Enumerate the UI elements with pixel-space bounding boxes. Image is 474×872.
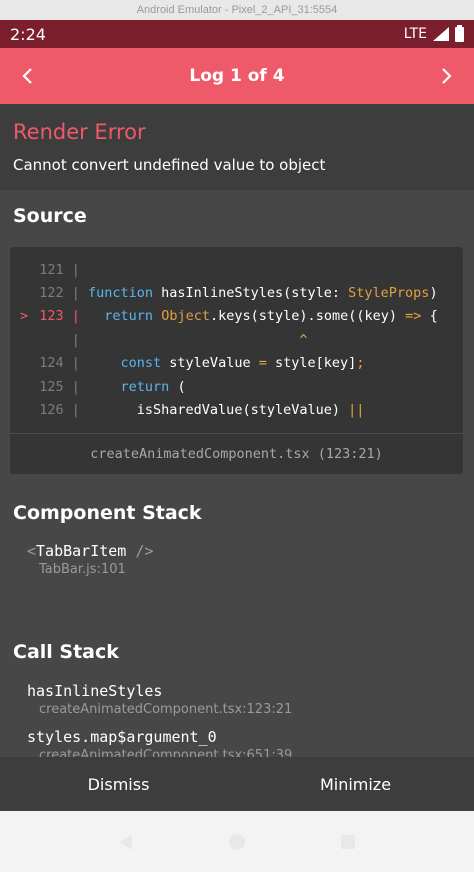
home-nav-button[interactable] [227,832,247,852]
back-triangle-icon [119,833,132,850]
next-log-button[interactable] [418,48,474,104]
code-line: 121 | [10,258,463,281]
log-body[interactable]: Source 121 | 122 | function hasInlineSty… [0,190,474,757]
component-stack-title: Component Stack [13,502,202,524]
dismiss-button[interactable]: Dismiss [0,757,237,811]
error-message: Cannot convert undefined value to object [13,156,326,174]
battery-icon [455,24,464,42]
code-line: 125 | return ( [10,375,463,398]
component-frame[interactable]: <TabBarItem /> TabBar.js:101 [27,542,153,577]
current-line-marker: > [20,308,29,325]
window-title: Android Emulator - Pixel_2_API_31:5554 [0,0,474,20]
call-frame-name: styles.map$argument_0 [27,728,217,746]
status-icons: LTE [403,24,464,42]
code-line: >123 | return Object.keys(style).some((k… [10,305,463,328]
line-number: >123 | [20,308,88,325]
log-header: Log 1 of 4 [0,48,474,104]
code-text: return Object.keys(style).some((key) => … [104,308,438,325]
line-number: 122 | [39,285,88,302]
code-line: 124 | const styleValue = style[key]; [10,352,463,375]
line-number: 126 | [39,402,88,419]
code-text: const styleValue = style[key]; [120,355,365,372]
recents-square-icon [341,834,356,849]
code-text: return ( [120,378,186,395]
chevron-left-icon [22,68,32,84]
call-frame-name: hasInlineStyles [27,682,163,700]
code-text: isSharedValue(styleValue) || [136,402,365,419]
code-file-location[interactable]: createAnimatedComponent.tsx (123:21) [10,433,463,474]
error-summary: Render Error Cannot convert undefined va… [0,104,474,190]
code-text: ^ [299,331,308,348]
component-location: TabBar.js:101 [39,562,126,577]
code-lines: 121 | 122 | function hasInlineStyles(sty… [10,247,463,422]
previous-log-button[interactable] [0,48,56,104]
log-title: Log 1 of 4 [189,66,285,86]
home-circle-icon [228,833,245,850]
component-name: <TabBarItem /> [27,542,154,560]
minimize-button[interactable]: Minimize [237,757,474,811]
source-title: Source [13,205,87,227]
call-stack-title: Call Stack [13,641,119,663]
call-frame-location: createAnimatedComponent.tsx:123:21 [39,702,293,717]
status-bar: 2:24 LTE [0,20,474,48]
error-type: Render Error [13,120,146,144]
line-number: 125 | [39,378,88,395]
android-nav-bar [0,811,474,872]
code-line: 126 | isSharedValue(styleValue) || [10,398,463,421]
status-time: 2:24 [10,24,46,44]
line-number: 124 | [39,355,88,372]
recents-nav-button[interactable] [338,832,358,852]
line-number: 121 | [39,261,88,278]
line-number: | [63,331,88,348]
code-frame[interactable]: 121 | 122 | function hasInlineStyles(sty… [10,247,463,474]
back-nav-button[interactable] [116,832,136,852]
chevron-right-icon [442,68,452,84]
action-bar: Dismiss Minimize [0,757,474,811]
call-frame[interactable]: hasInlineStyles createAnimatedComponent.… [27,682,292,717]
code-line: | ^ [10,328,463,351]
code-line: 122 | function hasInlineStyles(style: St… [10,281,463,304]
signal-icon [433,27,449,41]
network-label: LTE [403,26,427,42]
call-frame-location: createAnimatedComponent.tsx:651:39 [39,748,293,757]
call-frame[interactable]: styles.map$argument_0 createAnimatedComp… [27,728,292,757]
code-text: function hasInlineStyles(style: StylePro… [88,285,438,302]
